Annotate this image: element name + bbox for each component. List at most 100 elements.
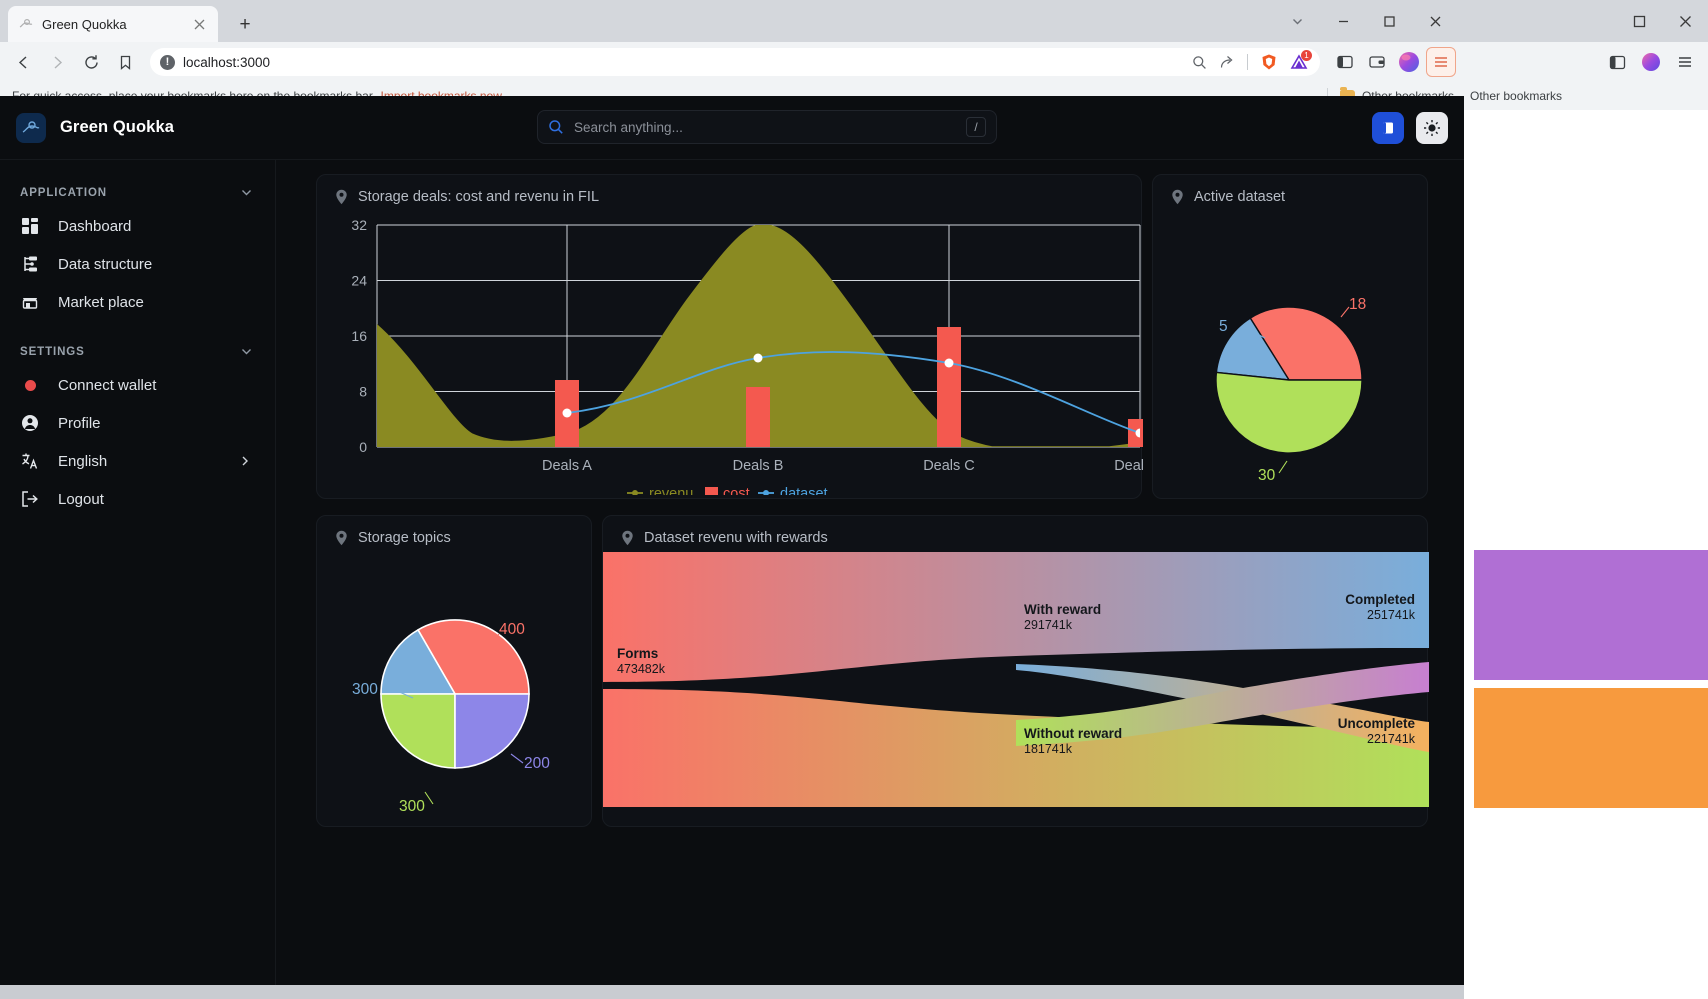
sidebar-item-dashboard[interactable]: Dashboard bbox=[0, 207, 275, 245]
sidebar-item-label: Logout bbox=[58, 491, 104, 508]
window-controls bbox=[1274, 0, 1458, 42]
svg-text:32: 32 bbox=[351, 217, 367, 233]
svg-text:cost: cost bbox=[723, 486, 750, 495]
app-brand[interactable]: Green Quokka bbox=[0, 113, 276, 143]
sidebar-item-label: Profile bbox=[58, 415, 101, 432]
background-browser-window[interactable]: Other bookmarks bbox=[1464, 0, 1708, 985]
card-title-text: Active dataset bbox=[1194, 189, 1285, 205]
pie-label-200: 200 bbox=[524, 755, 550, 772]
tab-favicon bbox=[18, 16, 34, 32]
storage-deals-chart: 32 24 16 8 0 Deals A Deals B Deals C Dea… bbox=[317, 205, 1143, 495]
svg-text:Deals A: Deals A bbox=[542, 458, 592, 474]
omnibox-divider bbox=[1247, 54, 1248, 70]
search-icon bbox=[548, 119, 564, 135]
sankey-node-value: 181741k bbox=[1024, 742, 1073, 756]
sankey-node-label: Completed bbox=[1345, 592, 1415, 607]
back-button[interactable] bbox=[8, 47, 38, 77]
close-button[interactable] bbox=[1412, 1, 1458, 41]
chart-legend: revenu cost dataset bbox=[627, 486, 828, 495]
wallet-status-icon bbox=[20, 375, 40, 395]
browser-toolbar-actions bbox=[1330, 47, 1456, 77]
sidebar-toggle-icon[interactable] bbox=[1330, 47, 1360, 77]
pin-icon bbox=[335, 189, 348, 205]
market-place-icon bbox=[20, 292, 40, 312]
storage-topics-pie: 400 300 200 300 bbox=[317, 546, 593, 818]
pie-label-5: 5 bbox=[1219, 318, 1228, 335]
brave-shields-icon[interactable] bbox=[1260, 53, 1278, 71]
pie-slice-purple-200 bbox=[455, 694, 529, 768]
chevron-down-icon[interactable] bbox=[240, 345, 253, 358]
background-window-content bbox=[1464, 110, 1708, 985]
sidebar-group-settings[interactable]: SETTINGS bbox=[0, 337, 275, 366]
svg-text:Deals B: Deals B bbox=[733, 458, 784, 474]
app-logo-icon bbox=[16, 113, 46, 143]
background-menu-icon[interactable] bbox=[1670, 47, 1700, 77]
pin-icon bbox=[335, 530, 348, 546]
sidebar-item-connect-wallet[interactable]: Connect wallet bbox=[0, 366, 275, 404]
svg-text:8: 8 bbox=[359, 384, 367, 400]
omnibox-search-icon[interactable] bbox=[1192, 55, 1207, 70]
x-axis-ticks: Deals A Deals B Deals C Deals D bbox=[542, 458, 1143, 474]
tab-search-chevron-icon[interactable] bbox=[1274, 1, 1320, 41]
reload-button[interactable] bbox=[76, 47, 106, 77]
pie-label-30: 30 bbox=[1258, 467, 1276, 484]
url-text: localhost:3000 bbox=[183, 55, 1184, 70]
background-maximize-button[interactable] bbox=[1616, 1, 1662, 41]
extension-badge-count: 1 bbox=[1301, 50, 1312, 61]
share-icon[interactable] bbox=[1219, 54, 1235, 70]
sidebar-item-english[interactable]: English bbox=[0, 442, 275, 480]
browser-tab[interactable]: Green Quokka bbox=[8, 6, 218, 42]
chevron-down-icon[interactable] bbox=[240, 186, 253, 199]
browser-menu-icon[interactable] bbox=[1426, 47, 1456, 77]
dashboard-content: Storage deals: cost and revenu in FIL 32… bbox=[276, 160, 1464, 985]
book-icon-button[interactable] bbox=[1372, 112, 1404, 144]
navigation-bar: ! localhost:3000 1 bbox=[0, 42, 1464, 82]
svg-text:revenu: revenu bbox=[649, 486, 693, 495]
extension-icon[interactable]: 1 bbox=[1290, 53, 1308, 71]
svg-text:Deals D: Deals D bbox=[1114, 458, 1143, 474]
address-bar[interactable]: ! localhost:3000 1 bbox=[150, 48, 1320, 76]
bookmark-this-page-icon[interactable] bbox=[110, 47, 140, 77]
background-bookmarks-bar: Other bookmarks bbox=[1464, 82, 1708, 110]
sidebar-item-profile[interactable]: Profile bbox=[0, 404, 275, 442]
tab-close-icon[interactable] bbox=[190, 15, 208, 33]
theme-toggle-button[interactable] bbox=[1416, 112, 1448, 144]
card-storage-topics: Storage topics bbox=[316, 515, 592, 827]
background-sidebar-icon[interactable] bbox=[1602, 47, 1632, 77]
chevron-right-icon[interactable] bbox=[239, 455, 251, 467]
sankey-node-label: Forms bbox=[617, 646, 658, 661]
active-dataset-pie: 5 18 30 bbox=[1153, 205, 1429, 490]
profile-avatar-icon[interactable] bbox=[1394, 47, 1424, 77]
pie-label-400: 400 bbox=[499, 621, 525, 638]
background-close-button[interactable] bbox=[1662, 1, 1708, 41]
wallet-icon[interactable] bbox=[1362, 47, 1392, 77]
card-dataset-revenu-rewards: Dataset revenu with rewards bbox=[602, 515, 1428, 827]
header-actions bbox=[1372, 96, 1448, 160]
search-input[interactable]: Search anything... bbox=[574, 120, 956, 135]
minimize-button[interactable] bbox=[1320, 1, 1366, 41]
sidebar-group-application[interactable]: APPLICATION bbox=[0, 178, 275, 207]
sidebar-group-label: SETTINGS bbox=[20, 346, 85, 358]
tab-title: Green Quokka bbox=[42, 17, 182, 32]
dashboard-icon bbox=[20, 216, 40, 236]
new-tab-button[interactable]: + bbox=[232, 12, 258, 38]
sankey-node-value: 221741k bbox=[1367, 732, 1416, 746]
card-title-text: Storage deals: cost and revenu in FIL bbox=[358, 189, 599, 205]
background-other-bookmarks-label[interactable]: Other bookmarks bbox=[1470, 89, 1562, 103]
browser-window[interactable]: Green Quokka + bbox=[0, 0, 1464, 985]
background-profile-avatar[interactable] bbox=[1636, 47, 1666, 77]
site-info-icon[interactable]: ! bbox=[160, 55, 175, 70]
data-structure-icon bbox=[20, 254, 40, 274]
pie-slice-green-300 bbox=[381, 694, 455, 768]
global-search[interactable]: Search anything... / bbox=[537, 110, 997, 144]
sidebar-item-data-structure[interactable]: Data structure bbox=[0, 245, 275, 283]
pin-icon bbox=[621, 530, 634, 546]
forward-button[interactable] bbox=[42, 47, 72, 77]
sidebar-item-logout[interactable]: Logout bbox=[0, 480, 275, 518]
search-input-wrapper[interactable]: Search anything... / bbox=[537, 110, 997, 144]
app-brand-name: Green Quokka bbox=[60, 118, 174, 137]
svg-text:0: 0 bbox=[359, 439, 367, 455]
maximize-button[interactable] bbox=[1366, 1, 1412, 41]
sidebar-item-market-place[interactable]: Market place bbox=[0, 283, 275, 321]
sankey-node-value: 291741k bbox=[1024, 618, 1073, 632]
